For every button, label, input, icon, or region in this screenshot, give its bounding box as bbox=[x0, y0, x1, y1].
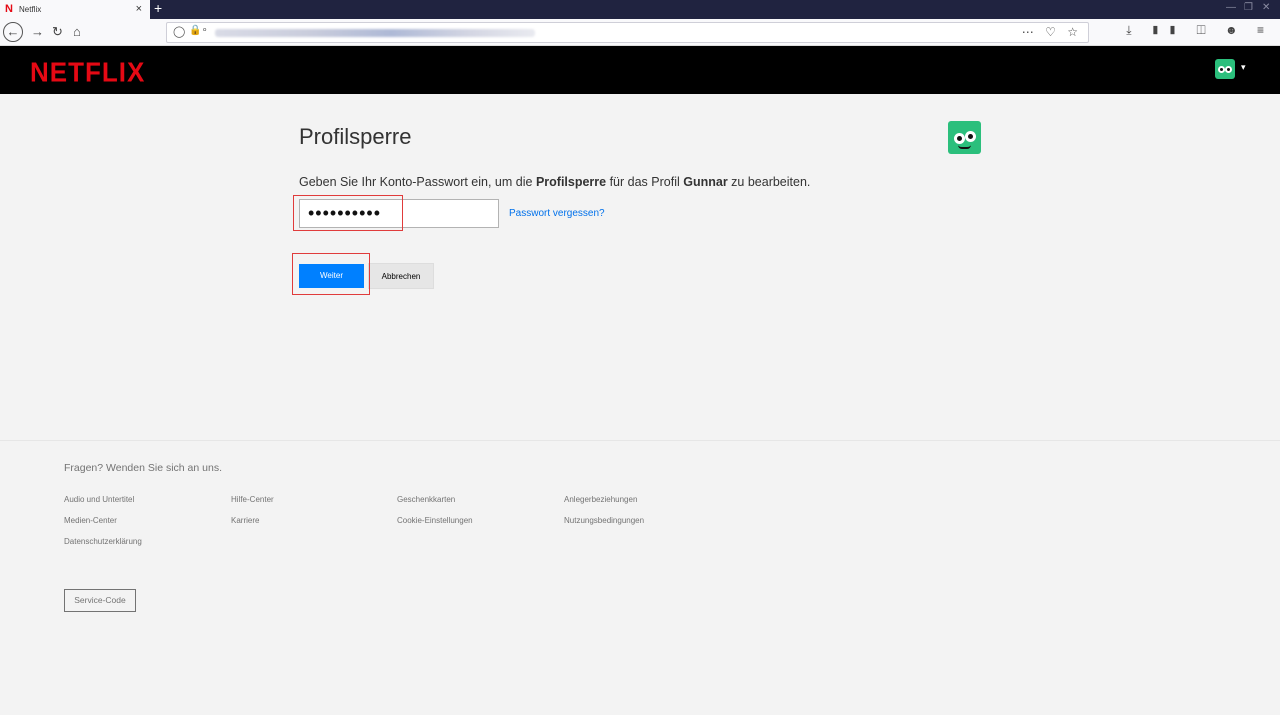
footer-link[interactable]: Hilfe-Center bbox=[231, 495, 274, 504]
url-text-blurred bbox=[215, 29, 535, 37]
footer-link[interactable]: Cookie-Einstellungen bbox=[397, 516, 473, 525]
forgot-password-link[interactable]: Passwort vergessen? bbox=[509, 208, 605, 219]
footer-link[interactable]: Audio und Untertitel bbox=[64, 495, 134, 504]
forward-button-icon[interactable]: → bbox=[31, 23, 44, 41]
menu-icon[interactable]: ≡ bbox=[1257, 23, 1272, 37]
lock-icon[interactable]: 🔒⁠∘ bbox=[189, 25, 208, 36]
profile-avatar-icon[interactable] bbox=[1215, 59, 1235, 79]
account-icon[interactable]: ☻ bbox=[1225, 23, 1246, 37]
footer-link[interactable]: Geschenkkarten bbox=[397, 495, 455, 504]
tab-title: Netflix bbox=[19, 5, 42, 14]
profile-avatar bbox=[948, 121, 981, 154]
browser-tab-bar: N Netflix × + — ❐ ✕ bbox=[0, 0, 1280, 19]
footer-link[interactable]: Datenschutzerklärung bbox=[64, 537, 142, 546]
new-tab-button[interactable]: + bbox=[154, 0, 162, 17]
caret-down-icon[interactable]: ▾ bbox=[1241, 62, 1246, 73]
cancel-button[interactable]: Abbrechen bbox=[368, 263, 434, 289]
url-bar[interactable]: ◯ 🔒⁠∘ ⋯ ♡ ☆ bbox=[166, 22, 1089, 43]
toolbar-icons: ⤓ ▮▮ ◫ ☻ ≡ bbox=[1126, 23, 1272, 38]
pocket-icon[interactable]: ♡ bbox=[1045, 25, 1060, 39]
netflix-header: NETFLIX ▾ bbox=[0, 46, 1280, 94]
netflix-n-icon: N bbox=[5, 3, 13, 15]
sidebar-icon[interactable]: ◫ bbox=[1197, 23, 1214, 37]
more-icon[interactable]: ⋯ bbox=[1022, 25, 1038, 39]
continue-button[interactable]: Weiter bbox=[299, 264, 364, 288]
restore-icon[interactable]: ❐ bbox=[1244, 2, 1253, 13]
netflix-logo[interactable]: NETFLIX bbox=[30, 56, 145, 89]
footer-link[interactable]: Anlegerbeziehungen bbox=[564, 495, 637, 504]
bookmark-star-icon[interactable]: ☆ bbox=[1067, 25, 1082, 39]
service-code-button[interactable]: Service-Code bbox=[64, 589, 136, 612]
reload-icon[interactable]: ↻ bbox=[52, 23, 63, 41]
back-button-icon[interactable]: ← bbox=[3, 22, 23, 42]
password-input[interactable]: •••••••••• bbox=[299, 199, 499, 228]
shield-icon[interactable]: ◯ bbox=[173, 25, 185, 38]
close-tab-icon[interactable]: × bbox=[136, 2, 142, 16]
footer-link[interactable]: Karriere bbox=[231, 516, 259, 525]
page-title: Profilsperre bbox=[299, 124, 412, 149]
library-icon[interactable]: ▮▮ bbox=[1151, 23, 1185, 37]
url-actions: ⋯ ♡ ☆ bbox=[1022, 25, 1082, 39]
footer-divider bbox=[0, 440, 1280, 441]
browser-navbar: ← → ↻ ⌂ ◯ 🔒⁠∘ ⋯ ♡ ☆ ⤓ ▮▮ ◫ ☻ ≡ bbox=[0, 19, 1280, 46]
footer-title[interactable]: Fragen? Wenden Sie sich an uns. bbox=[64, 462, 222, 474]
browser-tab[interactable]: N Netflix × bbox=[0, 0, 150, 19]
minimize-icon[interactable]: — bbox=[1226, 2, 1236, 13]
footer-link[interactable]: Medien-Center bbox=[64, 516, 117, 525]
footer-link[interactable]: Nutzungsbedingungen bbox=[564, 516, 644, 525]
instruction-text: Geben Sie Ihr Konto-Passwort ein, um die… bbox=[299, 175, 811, 189]
download-icon[interactable]: ⤓ bbox=[1126, 23, 1139, 37]
window-close-icon[interactable]: ✕ bbox=[1262, 2, 1270, 13]
home-icon[interactable]: ⌂ bbox=[73, 23, 81, 41]
